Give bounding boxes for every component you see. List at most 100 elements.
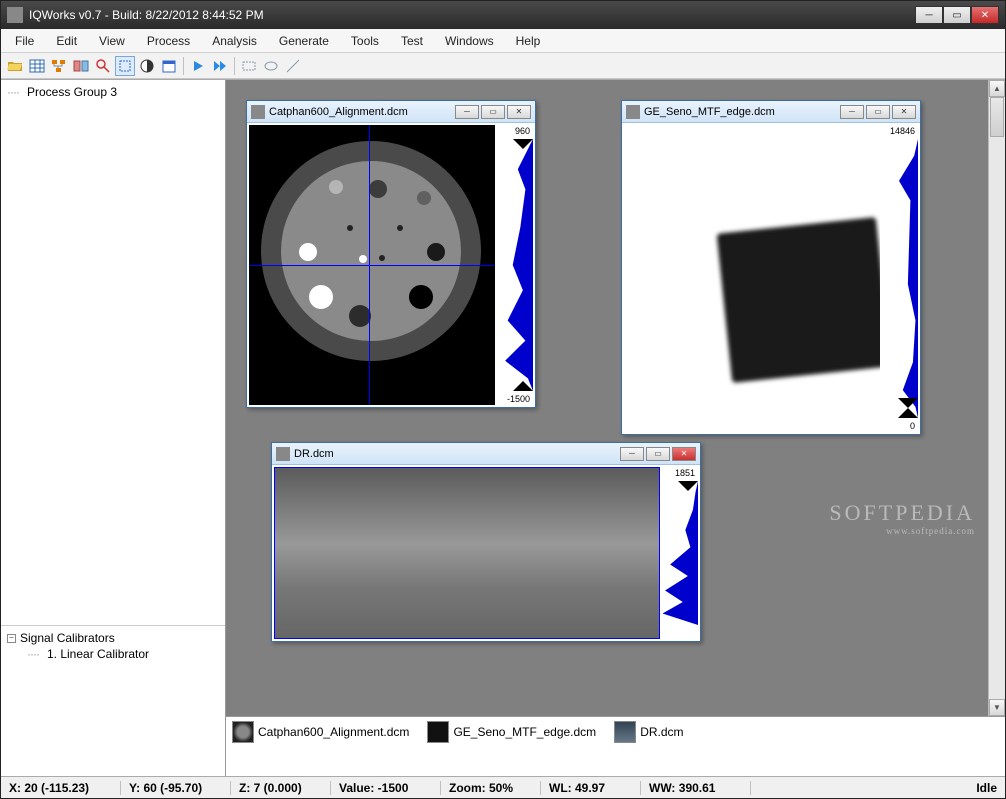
sub-close-button[interactable]: ✕ [672, 447, 696, 461]
sub-minimize-button[interactable]: ─ [620, 447, 644, 461]
menu-generate[interactable]: Generate [269, 32, 339, 50]
scroll-thumb[interactable] [990, 97, 1004, 137]
histogram-panel[interactable]: 14846 0 [880, 125, 918, 432]
thumbnail-item[interactable]: Catphan600_Alignment.dcm [232, 721, 409, 743]
menu-file[interactable]: File [5, 32, 44, 50]
sub-maximize-button[interactable]: ▭ [866, 105, 890, 119]
select-icon[interactable] [115, 56, 135, 76]
ellipse-icon[interactable] [261, 56, 281, 76]
subwindow-title: GE_Seno_MTF_edge.dcm [644, 106, 840, 118]
thumbnail-item[interactable]: GE_Seno_MTF_edge.dcm [427, 721, 596, 743]
sub-maximize-button[interactable]: ▭ [646, 447, 670, 461]
compare-icon[interactable] [71, 56, 91, 76]
toolbar-separator [183, 57, 184, 75]
sub-minimize-button[interactable]: ─ [455, 105, 479, 119]
sub-close-button[interactable]: ✕ [507, 105, 531, 119]
sub-maximize-button[interactable]: ▭ [481, 105, 505, 119]
zoom-icon[interactable] [93, 56, 113, 76]
sub-close-button[interactable]: ✕ [892, 105, 916, 119]
menu-view[interactable]: View [89, 32, 135, 50]
thumbnail-label: GE_Seno_MTF_edge.dcm [453, 725, 596, 739]
subwindow-titlebar[interactable]: DR.dcm ─ ▭ ✕ [272, 443, 700, 465]
thumbnail-label: Catphan600_Alignment.dcm [258, 725, 409, 739]
menu-tools[interactable]: Tools [341, 32, 389, 50]
thumbnail-item[interactable]: DR.dcm [614, 721, 683, 743]
thumbnail-image [614, 721, 636, 743]
subwindow-titlebar[interactable]: GE_Seno_MTF_edge.dcm ─ ▭ ✕ [622, 101, 920, 123]
play-icon[interactable] [188, 56, 208, 76]
image-viewport[interactable] [249, 125, 495, 405]
line-icon[interactable] [283, 56, 303, 76]
subwindow-catphan[interactable]: Catphan600_Alignment.dcm ─ ▭ ✕ [246, 100, 536, 408]
histogram-panel[interactable]: 960 -1500 [495, 125, 533, 405]
app-window: IQWorks v0.7 - Build: 8/22/2012 8:44:52 … [0, 0, 1006, 799]
status-zoom: Zoom: 50% [449, 781, 513, 795]
titlebar[interactable]: IQWorks v0.7 - Build: 8/22/2012 8:44:52 … [1, 1, 1005, 29]
sub-minimize-button[interactable]: ─ [840, 105, 864, 119]
statusbar: X: 20 (-115.23) Y: 60 (-95.70) Z: 7 (0.0… [1, 776, 1005, 798]
status-z: Z: 7 (0.000) [239, 781, 302, 795]
subwindow-titlebar[interactable]: Catphan600_Alignment.dcm ─ ▭ ✕ [247, 101, 535, 123]
toolbar [1, 53, 1005, 79]
hist-max-label: 1851 [673, 467, 697, 479]
status-idle: Idle [976, 781, 997, 795]
tree-calibrators[interactable]: − Signal Calibrators 1. Linear Calibrato… [1, 626, 225, 776]
menu-edit[interactable]: Edit [46, 32, 87, 50]
tree-label: Process Group 3 [27, 85, 117, 99]
left-panel: Process Group 3 − Signal Calibrators 1. … [1, 80, 226, 776]
histogram-panel[interactable]: 1851 [660, 467, 698, 639]
image-icon [251, 105, 265, 119]
tree-item-calibrators-root[interactable]: − Signal Calibrators [7, 630, 219, 646]
watermark-url: www.softpedia.com [886, 526, 975, 536]
thumbnail-image [427, 721, 449, 743]
menu-test[interactable]: Test [391, 32, 433, 50]
tree-toggle-icon[interactable]: − [7, 634, 16, 643]
scroll-down-icon[interactable]: ▼ [989, 699, 1005, 716]
hist-max-label: 960 [513, 125, 532, 137]
image-viewport[interactable] [274, 467, 660, 639]
menu-analysis[interactable]: Analysis [202, 32, 267, 50]
forward-icon[interactable] [210, 56, 230, 76]
status-x: X: 20 (-115.23) [9, 781, 89, 795]
close-button[interactable]: ✕ [971, 6, 999, 24]
tree-item-process-group[interactable]: Process Group 3 [7, 84, 219, 100]
window-title: IQWorks v0.7 - Build: 8/22/2012 8:44:52 … [29, 8, 915, 22]
subwindow-title: Catphan600_Alignment.dcm [269, 106, 455, 118]
hist-max-label: 14846 [888, 125, 917, 137]
menu-help[interactable]: Help [506, 32, 551, 50]
maximize-button[interactable]: ▭ [943, 6, 971, 24]
thumbnail-label: DR.dcm [640, 725, 683, 739]
tree-processes[interactable]: Process Group 3 [1, 80, 225, 626]
tree-item-linear-calibrator[interactable]: 1. Linear Calibrator [27, 646, 219, 662]
status-ww: WW: 390.61 [649, 781, 715, 795]
menu-process[interactable]: Process [137, 32, 200, 50]
status-value: Value: -1500 [339, 781, 408, 795]
toolbar-separator [234, 57, 235, 75]
watermark: SOFTPEDIA [829, 500, 975, 526]
image-icon [626, 105, 640, 119]
calendar-icon[interactable] [159, 56, 179, 76]
thumbnail-image [232, 721, 254, 743]
main-area: Process Group 3 − Signal Calibrators 1. … [1, 79, 1005, 776]
menubar: File Edit View Process Analysis Generate… [1, 29, 1005, 53]
mdi-area[interactable]: Catphan600_Alignment.dcm ─ ▭ ✕ [226, 80, 1005, 716]
open-icon[interactable] [5, 56, 25, 76]
scroll-up-icon[interactable]: ▲ [989, 80, 1005, 97]
table-icon[interactable] [27, 56, 47, 76]
workspace: Catphan600_Alignment.dcm ─ ▭ ✕ [226, 80, 1005, 776]
menu-windows[interactable]: Windows [435, 32, 504, 50]
hist-min-label: -1500 [505, 393, 532, 405]
hist-min-label: 0 [908, 420, 917, 432]
tree-label: Signal Calibrators [20, 631, 115, 645]
minimize-button[interactable]: ─ [915, 6, 943, 24]
status-y: Y: 60 (-95.70) [129, 781, 202, 795]
image-viewport[interactable] [624, 125, 880, 432]
mdi-scrollbar[interactable]: ▲ ▼ [988, 80, 1005, 716]
subwindow-dr[interactable]: DR.dcm ─ ▭ ✕ 1851 [271, 442, 701, 642]
contrast-icon[interactable] [137, 56, 157, 76]
app-icon [7, 7, 23, 23]
region-icon[interactable] [239, 56, 259, 76]
tree-icon[interactable] [49, 56, 69, 76]
subwindow-ge-seno[interactable]: GE_Seno_MTF_edge.dcm ─ ▭ ✕ 14846 [621, 100, 921, 435]
status-wl: WL: 49.97 [549, 781, 605, 795]
